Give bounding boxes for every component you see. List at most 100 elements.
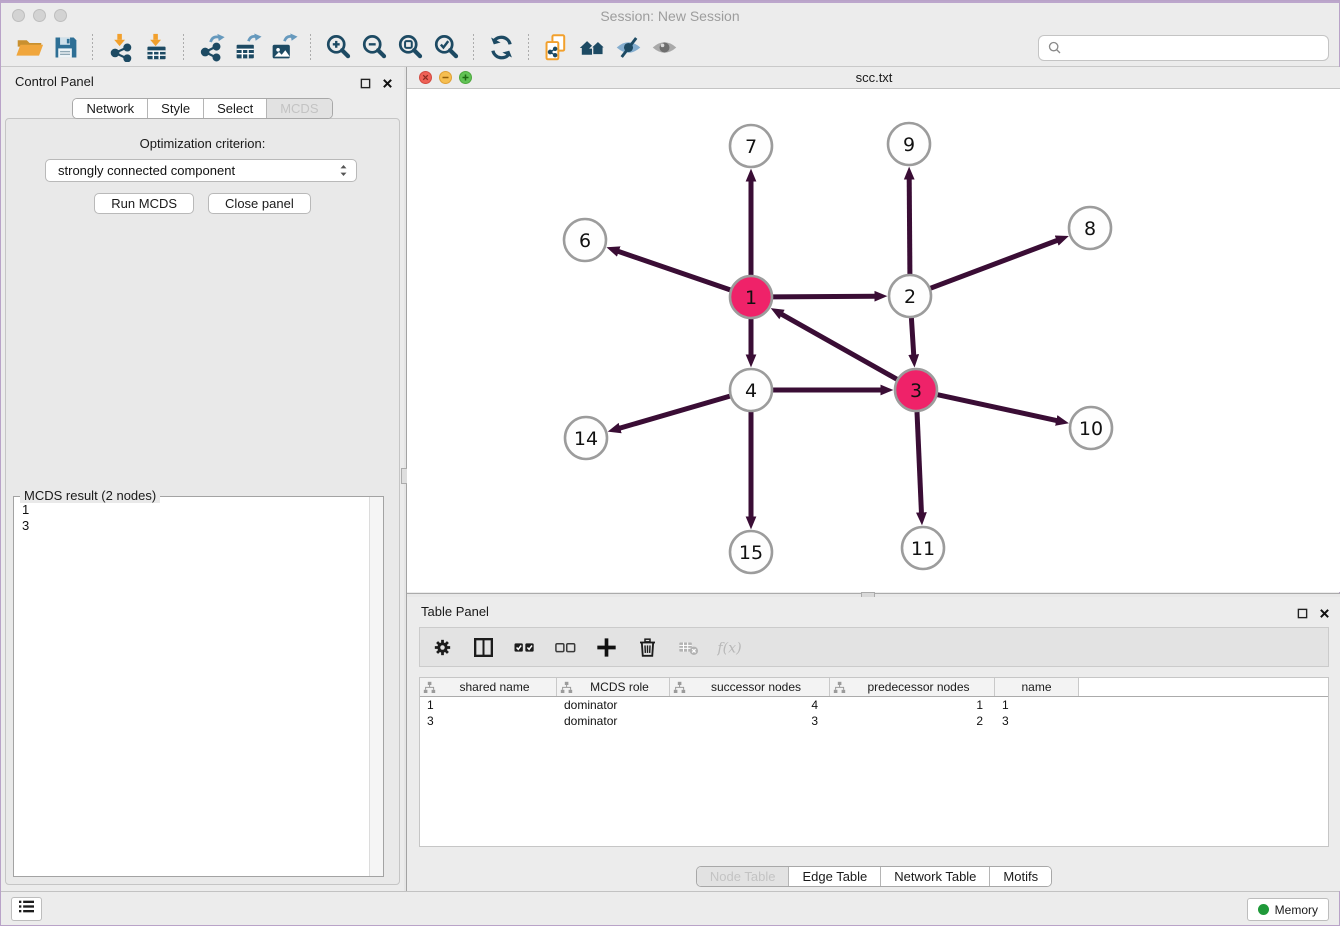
node-7[interactable]: 7 (730, 125, 772, 167)
edge-3-11[interactable] (917, 412, 922, 514)
table-cell: 3 (670, 714, 830, 728)
main-toolbar-buttons (11, 32, 682, 64)
window-controls (12, 9, 67, 22)
zoom-window-button[interactable] (54, 9, 67, 22)
edge-2-8[interactable] (931, 240, 1059, 288)
tab-select[interactable]: Select (204, 99, 267, 118)
column-header-successor-nodes[interactable]: successor nodes (670, 678, 830, 696)
close-window-button[interactable] (12, 9, 25, 22)
table-cell: 2 (830, 714, 995, 728)
column-header-mcds-role[interactable]: MCDS role (557, 678, 670, 696)
node-4[interactable]: 4 (730, 369, 772, 411)
node-15[interactable]: 15 (730, 531, 772, 573)
split-panel-button[interactable] (469, 633, 497, 661)
tab-network[interactable]: Network (73, 99, 148, 118)
search-box[interactable] (1038, 35, 1329, 61)
mcds-result-list[interactable]: 13 (14, 498, 368, 876)
save-session-button[interactable] (47, 32, 83, 64)
table-cell: 3 (420, 714, 557, 728)
table-row[interactable]: 3dominator323 (420, 713, 1328, 729)
search-input[interactable] (1067, 39, 1320, 56)
node-3[interactable]: 3 (895, 369, 937, 411)
column-header-predecessor-nodes[interactable]: predecessor nodes (830, 678, 995, 696)
network-minimize-button[interactable] (439, 71, 452, 84)
close-panel-icon[interactable] (382, 76, 393, 94)
export-image-button[interactable] (265, 32, 301, 64)
close-panel-icon[interactable] (1319, 606, 1330, 624)
node-8[interactable]: 8 (1069, 207, 1111, 249)
clone-network-button[interactable] (538, 32, 574, 64)
import-table-button[interactable] (138, 32, 174, 64)
zoom-out-button[interactable] (356, 32, 392, 64)
chevron-up-down-icon (338, 162, 349, 179)
table-row[interactable]: 1dominator411 (420, 697, 1328, 713)
network-graph[interactable]: 7 9 6 8 1 2 4 3 14 10 15 11 (407, 89, 1340, 592)
float-panel-icon[interactable] (360, 76, 371, 94)
node-14[interactable]: 14 (565, 417, 607, 459)
toolbar-separator (183, 34, 184, 62)
edge-4-14[interactable] (619, 396, 730, 428)
network-maximize-button[interactable] (459, 71, 472, 84)
close-panel-button[interactable]: Close panel (208, 193, 311, 214)
deselect-all-button[interactable] (551, 633, 579, 661)
column-header-name[interactable]: name (995, 678, 1079, 696)
node-2[interactable]: 2 (889, 275, 931, 317)
column-header-label: MCDS role (573, 680, 666, 694)
os-title-bar: Session: New Session (1, 1, 1339, 29)
tab-mcds[interactable]: MCDS (267, 99, 331, 118)
import-network-button[interactable] (102, 32, 138, 64)
tab-node-table[interactable]: Node Table (697, 867, 790, 886)
zoom-selected-button[interactable] (428, 32, 464, 64)
delete-column-button[interactable] (633, 633, 661, 661)
network-close-button[interactable] (419, 71, 432, 84)
table-settings-button[interactable] (428, 633, 456, 661)
edge-1-6[interactable] (617, 251, 730, 290)
node-1[interactable]: 1 (730, 276, 772, 318)
network-canvas[interactable]: 7 9 6 8 1 2 4 3 14 10 15 11 (407, 89, 1340, 592)
edge-2-3[interactable] (911, 318, 913, 356)
first-neighbors-button[interactable] (574, 32, 610, 64)
task-history-button[interactable] (11, 897, 42, 921)
memory-status-dot (1258, 904, 1269, 915)
memory-button[interactable]: Memory (1247, 898, 1329, 921)
svg-text:7: 7 (745, 136, 757, 158)
edge-3-10[interactable] (938, 395, 1058, 421)
float-panel-icon[interactable] (1297, 606, 1308, 624)
zoom-fit-button[interactable] (392, 32, 428, 64)
table-cell: 4 (670, 698, 830, 712)
node-10[interactable]: 10 (1070, 407, 1112, 449)
tab-network-table[interactable]: Network Table (881, 867, 990, 886)
open-session-button[interactable] (11, 32, 47, 64)
run-mcds-button[interactable]: Run MCDS (94, 193, 194, 214)
tab-edge-table[interactable]: Edge Table (789, 867, 881, 886)
show-all-button[interactable] (646, 32, 682, 64)
apply-layout-button[interactable] (483, 32, 519, 64)
minimize-window-button[interactable] (33, 9, 46, 22)
node-6[interactable]: 6 (564, 219, 606, 261)
export-network-button[interactable] (193, 32, 229, 64)
table-panel-title: Table Panel (421, 604, 489, 619)
edge-1-2[interactable] (773, 296, 876, 297)
mcds-result-box: MCDS result (2 nodes) 13 (13, 496, 384, 877)
zoom-in-button[interactable] (320, 32, 356, 64)
add-column-button[interactable] (592, 633, 620, 661)
node-9[interactable]: 9 (888, 123, 930, 165)
node-11[interactable]: 11 (902, 527, 944, 569)
criterion-select[interactable]: strongly connected component (45, 159, 357, 182)
hide-selected-button[interactable] (610, 32, 646, 64)
tab-style[interactable]: Style (148, 99, 204, 118)
result-scrollbar[interactable] (369, 497, 383, 876)
edge-2-9[interactable] (909, 178, 910, 274)
export-table-button[interactable] (229, 32, 265, 64)
svg-text:9: 9 (903, 134, 915, 156)
column-header-shared-name[interactable]: shared name (420, 678, 557, 696)
hierarchy-icon (423, 681, 436, 694)
table-header-row: shared name MCDS role successor nodesprede… (420, 678, 1328, 697)
select-all-button[interactable] (510, 633, 538, 661)
main-toolbar (1, 29, 1339, 67)
table-panel-tabs: Node TableEdge TableNetwork TableMotifs (696, 866, 1052, 887)
window-title: Session: New Session (1, 1, 1339, 31)
column-header-label: shared name (436, 680, 553, 694)
tab-motifs[interactable]: Motifs (990, 867, 1051, 886)
edge-3-1[interactable] (781, 314, 897, 380)
